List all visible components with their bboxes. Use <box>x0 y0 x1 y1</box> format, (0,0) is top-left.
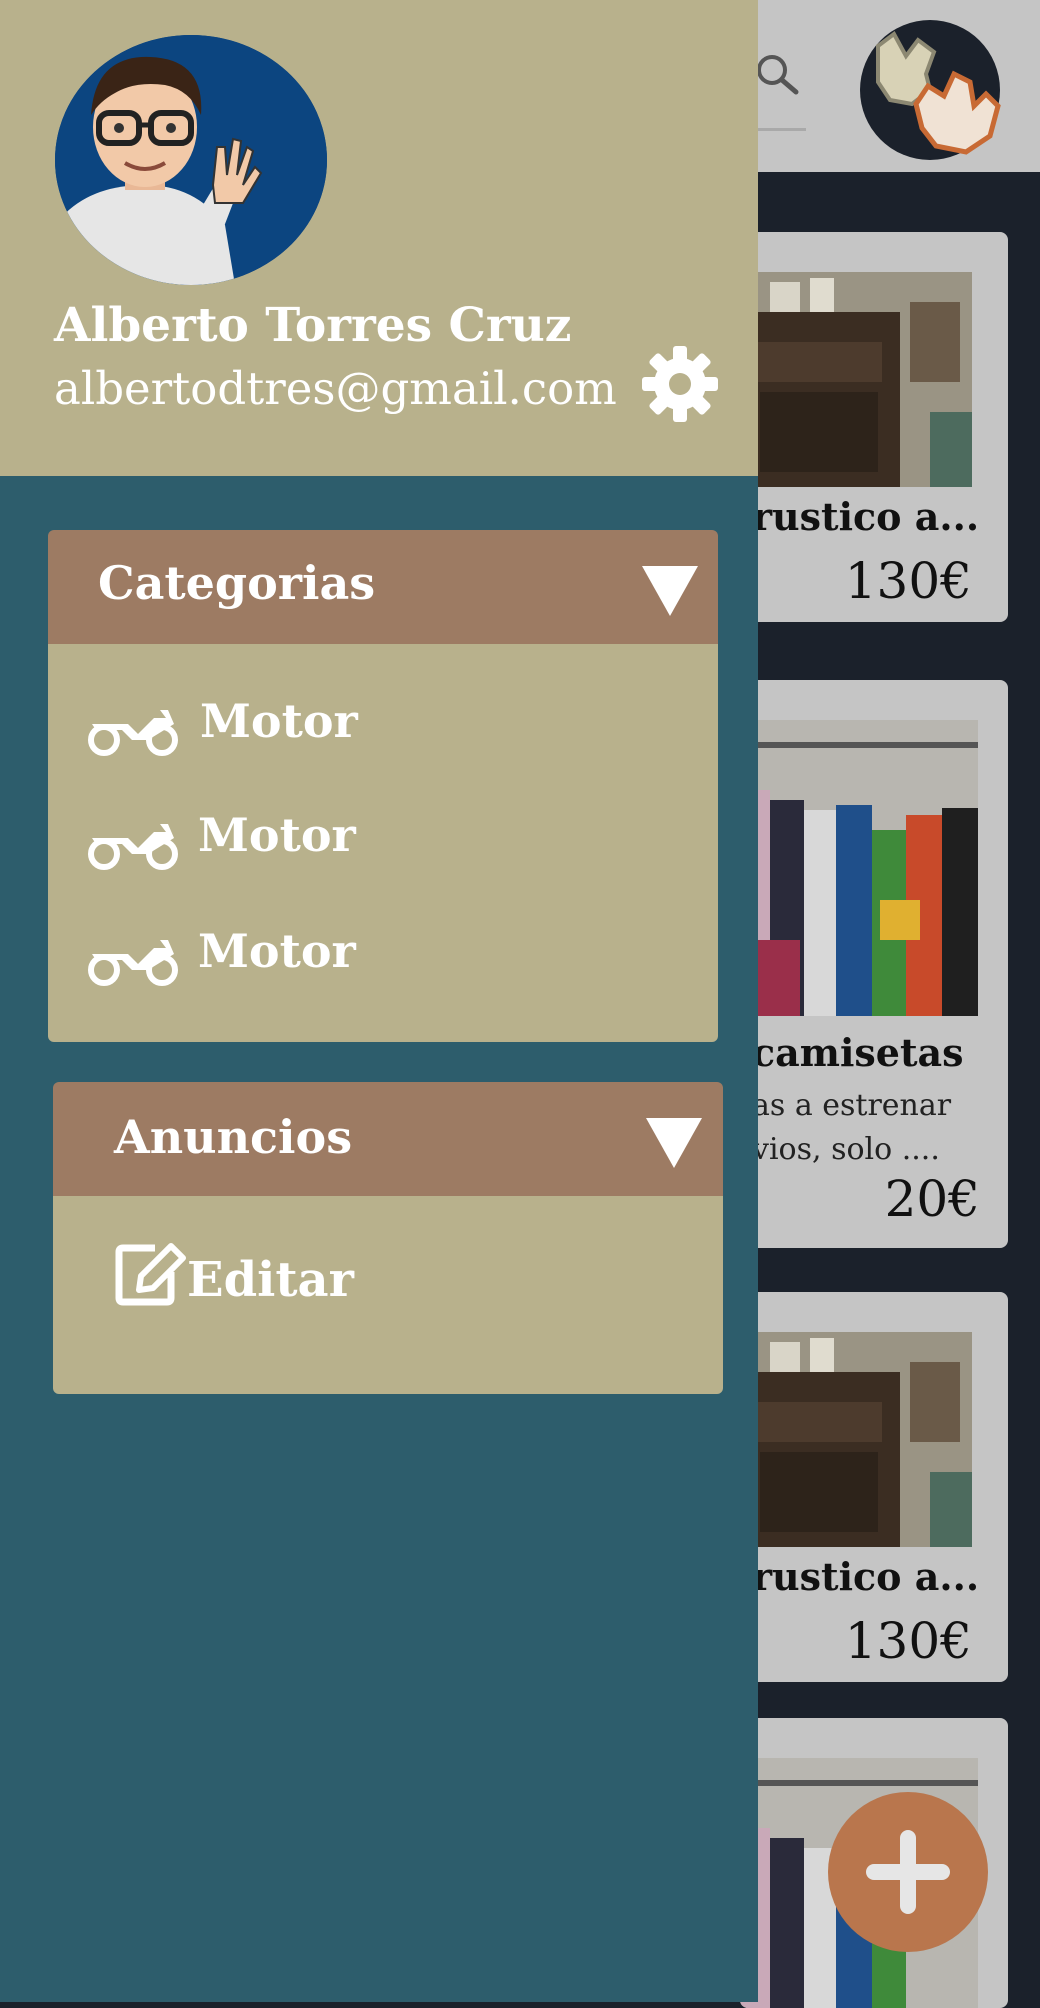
ads-title: Anuncios <box>114 1110 353 1164</box>
listing-image-clothes <box>740 720 978 1016</box>
listing-image-cabinet <box>740 272 972 487</box>
listing-image-cabinet <box>740 1332 972 1547</box>
user-email: albertodtres@gmail.com <box>54 362 617 415</box>
motorcycle-icon <box>88 710 178 756</box>
category-item-label: Motor <box>198 924 356 978</box>
navigation-drawer: Alberto Torres Cruz albertodtres@gmail.c… <box>0 0 758 2002</box>
categories-list: Motor Motor Motor <box>48 644 718 1042</box>
edit-ads-item[interactable]: Editar <box>53 1236 723 1346</box>
listing-card[interactable]: rustico a... 130€ <box>740 1292 1008 1682</box>
drawer-header: Alberto Torres Cruz albertodtres@gmail.c… <box>0 0 758 476</box>
listing-title: camisetas <box>752 1030 964 1075</box>
category-item-label: Motor <box>198 808 356 862</box>
listing-price: 20€ <box>884 1170 980 1228</box>
listing-card[interactable]: camisetas as a estrenar vios, solo .... … <box>740 680 1008 1248</box>
expand-triangle-icon <box>642 566 698 616</box>
add-listing-fab[interactable] <box>828 1792 988 1952</box>
listing-title: rustico a... <box>752 494 980 539</box>
category-item-motor[interactable]: Motor <box>48 798 718 888</box>
category-item-label: Motor <box>200 694 358 748</box>
app-logo <box>860 20 1001 160</box>
ads-list: Editar <box>53 1196 723 1394</box>
search-icon[interactable] <box>752 50 802 100</box>
user-name: Alberto Torres Cruz <box>54 298 572 353</box>
ads-header[interactable]: Anuncios <box>53 1082 723 1196</box>
settings-gear-icon[interactable] <box>640 344 720 424</box>
categories-header[interactable]: Categorias <box>48 530 718 644</box>
edit-icon <box>115 1243 186 1306</box>
category-item-motor[interactable]: Motor <box>48 914 718 1004</box>
expand-triangle-icon <box>646 1118 702 1168</box>
hands-logo-icon <box>876 31 1001 155</box>
motorcycle-icon <box>88 824 178 870</box>
listing-card[interactable]: rustico a... 130€ <box>740 232 1008 622</box>
category-item-motor[interactable]: Motor <box>48 684 718 774</box>
avatar[interactable] <box>55 35 327 285</box>
edit-label: Editar <box>187 1252 354 1308</box>
listing-description-line1: as a estrenar <box>752 1088 952 1123</box>
plus-icon <box>866 1830 950 1914</box>
listing-price: 130€ <box>844 552 972 610</box>
listing-price: 130€ <box>844 1612 972 1670</box>
listing-description-line2: vios, solo .... <box>752 1132 940 1167</box>
categories-title: Categorias <box>98 556 376 610</box>
motorcycle-icon <box>88 940 178 986</box>
listing-title: rustico a... <box>752 1554 980 1599</box>
